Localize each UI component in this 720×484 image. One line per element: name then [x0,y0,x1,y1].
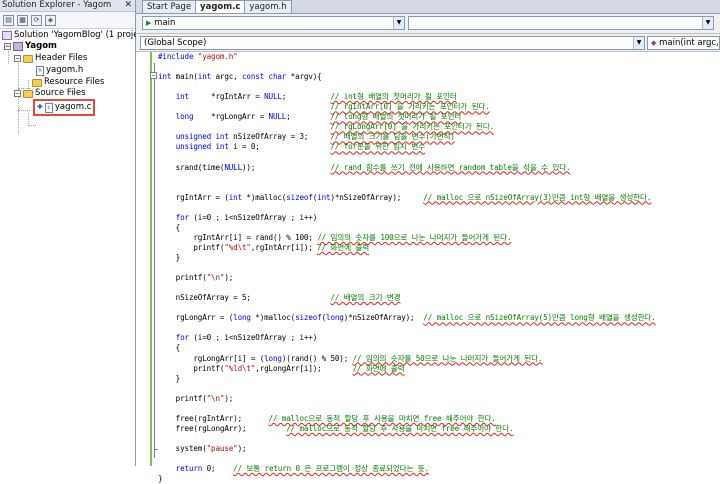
code-line: long *rgLongArr = NULL; // long형 배열의 첫머리… [175,112,462,122]
line-gutter [136,52,149,466]
folder-icon [23,89,33,98]
c-file-icon: c [44,102,53,113]
solution-icon [2,31,12,40]
code-line: { [158,222,181,232]
method-icon: ◆ [651,39,657,47]
project-icon [13,42,23,51]
code-line: rgLongArr = (long *)malloc(sizeof(long)*… [158,313,656,323]
properties-icon[interactable]: ▤ [3,14,14,26]
code-line: rgIntArr = (int *)malloc(sizeof(int)*nSi… [158,192,652,202]
code-line: } [158,373,181,383]
code-line: // rgLongArr[0] 을 가리키는 포인터가 된다. [330,122,495,132]
code-line: printf("%ld\t",rgLongArr[i]); // 화면에 출력 [158,363,405,373]
member-combo-value: main(int argc, co [659,38,719,48]
folder-icon [32,78,42,87]
scope-bar: (Global Scope) ▼ ◆ main(int argc, co [136,34,720,52]
code-line: free(rgLongArr); // malloc으로 동적 할당 후 사용을… [158,423,514,433]
code-line: rgLongArr[i] = (long)(rand() % 50); // 임… [158,353,543,363]
view-class-diagram-icon[interactable]: ◈ [45,14,56,26]
code-line: nSizeOfArray = 5; // 배열의 크기 변경 [158,293,401,303]
code-line: unsigned int i = 0; // for문을 위한 임시 변수 [175,142,425,152]
code-line: free(rgIntArr); // malloc으로 동적 할당 후 사용을 … [158,413,496,423]
code-line: printf("%d\t",rgIntArr[i]); // 화면에 출력 [158,242,370,252]
tree-node-project[interactable]: − Yagom [4,41,57,52]
solution-explorer-title: Solution Explorer - Yagom [2,0,112,10]
function-combo-value: main [154,18,176,28]
tree-node-resource-files[interactable]: Resource Files [32,77,104,88]
tree-node-label: Solution 'YagomBlog' (1 projec [14,30,144,40]
collapse-icon[interactable]: − [4,43,11,50]
tree-node-label: Header Files [35,53,88,63]
collapse-icon[interactable]: − [150,72,157,79]
code-line: int *rgIntArr = NULL; // int형 배열의 첫머리가 될… [175,92,457,102]
tree-node-yagom-c[interactable]: ✚ c yagom.c [32,99,96,116]
tree-node-label: Resource Files [44,77,105,87]
tab-start-page[interactable]: Start Page [142,0,197,13]
scope-combo[interactable]: (Global Scope) ▼ [140,36,645,50]
navigation-bar: ▶ main ▼ ▼ [136,14,720,34]
code-line: srand(time(NULL)); // rand 함수를 쓰기 전에 사용하… [158,162,571,172]
tree-node-label: Yagom [25,41,57,51]
collapse-icon[interactable]: − [14,55,21,62]
code-line: system("pause"); [158,443,247,453]
solution-explorer-toolbar: ▤ ▦ ⟳ ◈ [0,12,135,29]
code-line: for (i=0 ; i<nSizeOfArray ; i++) [175,333,318,343]
chevron-down-icon[interactable]: ▼ [393,17,404,29]
source-file-icon: ✚ [37,103,43,111]
code-line: } [158,474,163,484]
code-line: printf("\n"); [158,273,234,283]
collapse-icon[interactable]: − [14,90,21,97]
code-line: unsigned int nSizeOfArray = 3; // 배열의 크기… [175,132,455,142]
function-icon: ▶ [146,19,152,27]
tree-node-label: yagom.h [46,65,84,75]
code-line: #include "yagom.h" [158,52,238,61]
outline-line [154,63,155,458]
tab-yagom-h[interactable]: yagom.h [244,0,292,13]
change-tracking-bar [150,52,152,466]
tree-node-source-files[interactable]: − Source Files [14,88,86,99]
code-line: { [158,343,181,353]
chevron-down-icon[interactable]: ▼ [702,17,713,29]
close-icon[interactable]: ✕ [124,0,132,11]
show-all-files-icon[interactable]: ▦ [17,14,28,26]
code-line: printf("\n"); [158,393,234,403]
editor-tab-strip: Start Page yagom.c yagom.h [136,0,720,14]
search-combo[interactable]: ▼ [408,16,714,30]
solution-explorer-title-bar: Solution Explorer - Yagom ✕ [0,0,135,12]
tree-node-header-files[interactable]: − Header Files [14,53,87,64]
tree-node-solution[interactable]: Solution 'YagomBlog' (1 projec [2,30,143,41]
tree-node-label: yagom.c [54,102,92,112]
code-editor[interactable]: − #include "yagom.h" int main(int argc, c… [136,52,720,483]
code-line: // rgIntArr[0] 을 가리키는 포인터가 된다. [330,102,490,112]
scope-combo-value: (Global Scope) [144,38,207,48]
chevron-down-icon[interactable]: ▼ [633,37,644,49]
header-file-icon: h [36,65,44,76]
folder-icon [23,54,33,63]
code-line: for (i=0 ; i<nSizeOfArray ; i++) [175,212,318,222]
code-line: } [158,253,181,262]
tab-yagom-c[interactable]: yagom.c [195,0,246,13]
tree-node-label: Source Files [35,88,86,98]
refresh-icon[interactable]: ⟳ [31,14,42,26]
tree-node-yagom-h[interactable]: h yagom.h [36,65,83,76]
code-line: rgIntArr[i] = rand() % 100; // 임의의 숫자를 1… [158,232,512,242]
solution-explorer-panel: Solution Explorer - Yagom ✕ ▤ ▦ ⟳ ◈ Solu… [0,0,143,466]
code-line: int main(int argc, const char *argv){ [158,72,322,82]
function-combo[interactable]: ▶ main ▼ [142,16,405,30]
member-combo[interactable]: ◆ main(int argc, co [647,36,720,50]
